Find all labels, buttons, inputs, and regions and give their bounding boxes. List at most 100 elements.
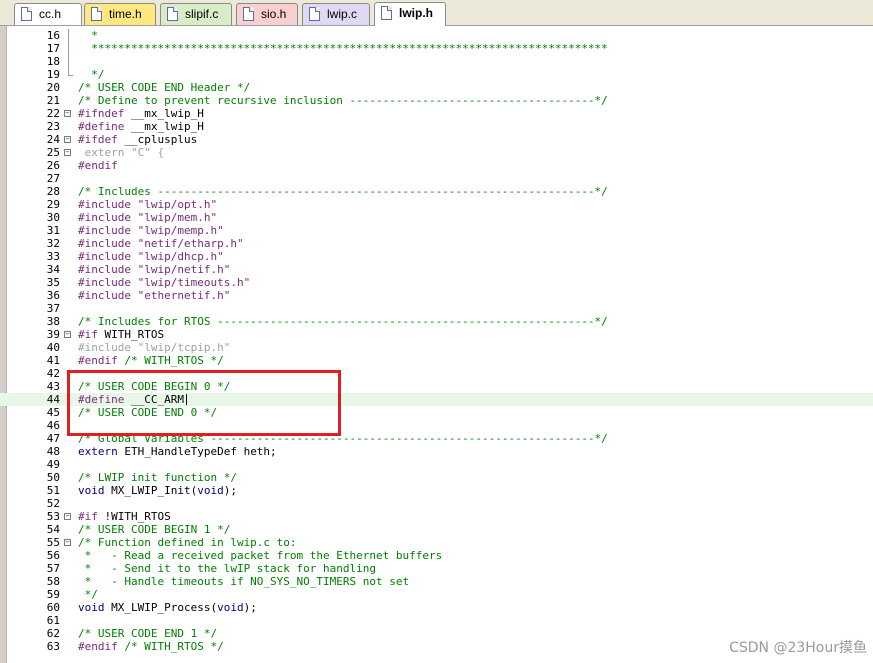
line-number: 17 bbox=[46, 42, 60, 55]
code-line[interactable]: 57 * - Send it to the lwIP stack for han… bbox=[0, 562, 873, 575]
line-number: 31 bbox=[46, 224, 60, 237]
fold-toggle-icon[interactable]: − bbox=[64, 136, 71, 143]
line-number: 40 bbox=[46, 341, 60, 354]
code-line[interactable]: 61 bbox=[0, 614, 873, 627]
code-line[interactable]: 24 #ifdef __cplusplus bbox=[0, 133, 873, 146]
tab-lwip-h[interactable]: lwip.h bbox=[374, 2, 446, 26]
code-line[interactable]: 30 #include "lwip/mem.h" bbox=[0, 211, 873, 224]
code-line[interactable]: 37 bbox=[0, 302, 873, 315]
code-line[interactable]: 29 #include "lwip/opt.h" bbox=[0, 198, 873, 211]
fold-toggle-icon[interactable]: − bbox=[64, 149, 71, 156]
code-line[interactable]: 54 /* USER CODE BEGIN 1 */ bbox=[0, 523, 873, 536]
code-text: /* USER CODE END Header */ bbox=[78, 81, 250, 94]
code-line[interactable]: 50 /* LWIP init function */ bbox=[0, 471, 873, 484]
line-number: 16 bbox=[46, 29, 60, 42]
code-line[interactable]: 35 #include "lwip/timeouts.h" bbox=[0, 276, 873, 289]
code-text: * - Handle timeouts if NO_SYS_NO_TIMERS … bbox=[78, 575, 410, 588]
code-line[interactable]: 25 extern "C" { bbox=[0, 146, 873, 159]
tab-cc-h[interactable]: cc.h bbox=[14, 3, 82, 25]
code-line[interactable]: 55 /* Function defined in lwip.c to: bbox=[0, 536, 873, 549]
code-token: "lwip/netif.h" bbox=[137, 263, 231, 276]
line-number: 44 bbox=[46, 393, 60, 406]
code-line[interactable]: 56 * - Read a received packet from the E… bbox=[0, 549, 873, 562]
line-number: 24 bbox=[46, 133, 60, 146]
line-number: 28 bbox=[46, 185, 60, 198]
tab-label: slipif.c bbox=[185, 7, 219, 21]
code-line[interactable]: 28 /* Includes --------------------------… bbox=[0, 185, 873, 198]
tab-label: lwip.c bbox=[327, 7, 358, 21]
annotation-highlight-box bbox=[67, 370, 341, 436]
tab-time-h[interactable]: time.h bbox=[84, 3, 156, 25]
code-token: "lwip/dhcp.h" bbox=[137, 250, 224, 263]
line-number: 42 bbox=[46, 367, 60, 380]
code-line[interactable]: 60 void MX_LWIP_Process(void); bbox=[0, 601, 873, 614]
code-token: * - Send it to the lwIP stack for handli… bbox=[78, 562, 377, 575]
code-token: "lwip/tcpip.h" bbox=[137, 341, 231, 354]
code-line[interactable]: 27 bbox=[0, 172, 873, 185]
line-number: 25 bbox=[46, 146, 60, 159]
code-token: /* Define to prevent recursive inclusion… bbox=[78, 94, 608, 107]
code-token: /* USER CODE END Header */ bbox=[78, 81, 251, 94]
code-line[interactable]: 19 */ bbox=[0, 68, 873, 81]
code-line[interactable]: 33 #include "lwip/dhcp.h" bbox=[0, 250, 873, 263]
code-line[interactable]: 26 #endif bbox=[0, 159, 873, 172]
code-line[interactable]: 32 #include "netif/etharp.h" bbox=[0, 237, 873, 250]
fold-toggle-icon[interactable]: − bbox=[64, 513, 71, 520]
code-line[interactable]: 22 #ifndef __mx_lwip_H bbox=[0, 107, 873, 120]
line-number: 34 bbox=[46, 263, 60, 276]
line-number: 21 bbox=[46, 94, 60, 107]
editor-tab-bar: cc.h time.h slipif.c sio.h lwip.c lwip.h bbox=[0, 0, 873, 26]
code-text: * - Read a received packet from the Ethe… bbox=[78, 549, 443, 562]
code-line[interactable]: 31 #include "lwip/memp.h" bbox=[0, 224, 873, 237]
line-number: 50 bbox=[46, 471, 60, 484]
code-token: "ethernetif.h" bbox=[137, 289, 231, 302]
code-line[interactable]: 59 */ bbox=[0, 588, 873, 601]
code-line[interactable]: 53 #if !WITH_RTOS bbox=[0, 510, 873, 523]
code-token: #include bbox=[78, 341, 138, 354]
fold-toggle-icon[interactable]: − bbox=[64, 110, 71, 117]
code-line[interactable]: 34 #include "lwip/netif.h" bbox=[0, 263, 873, 276]
code-line[interactable]: 41 #endif /* WITH_RTOS */ bbox=[0, 354, 873, 367]
line-number: 47 bbox=[46, 432, 60, 445]
code-token: #include bbox=[78, 211, 138, 224]
code-line[interactable]: 38 /* Includes for RTOS -----------------… bbox=[0, 315, 873, 328]
code-token: MX_LWIP_Init( bbox=[111, 484, 198, 497]
code-line[interactable]: 48 extern ETH_HandleTypeDef heth; bbox=[0, 445, 873, 458]
fold-toggle-icon[interactable]: − bbox=[64, 539, 71, 546]
tab-slipif-c[interactable]: slipif.c bbox=[160, 3, 232, 25]
line-number: 56 bbox=[46, 549, 60, 562]
code-text: #include "lwip/mem.h" bbox=[78, 211, 217, 224]
tab-lwip-c[interactable]: lwip.c bbox=[302, 3, 370, 25]
code-token: "lwip/opt.h" bbox=[137, 198, 218, 211]
code-token: "lwip/mem.h" bbox=[137, 211, 218, 224]
code-token: __cplusplus bbox=[124, 133, 198, 146]
code-token: __mx_lwip_H bbox=[130, 107, 204, 120]
code-line[interactable]: 36 #include "ethernetif.h" bbox=[0, 289, 873, 302]
code-token: #endif bbox=[78, 354, 125, 367]
code-line[interactable]: 17 *************************************… bbox=[0, 42, 873, 55]
code-line[interactable]: 40 #include "lwip/tcpip.h" bbox=[0, 341, 873, 354]
code-text: /* USER CODE END 1 */ bbox=[78, 627, 217, 640]
file-icon bbox=[21, 7, 32, 21]
code-editor[interactable]: 16 * 17 *********************************… bbox=[0, 26, 873, 663]
code-line[interactable]: 52 bbox=[0, 497, 873, 510]
code-line[interactable]: 23 #define __mx_lwip_H bbox=[0, 120, 873, 133]
file-icon bbox=[309, 7, 320, 21]
file-icon bbox=[381, 6, 392, 20]
code-line[interactable]: 51 void MX_LWIP_Init(void); bbox=[0, 484, 873, 497]
code-line[interactable]: 16 * bbox=[0, 29, 873, 42]
code-line[interactable]: 39 #if WITH_RTOS bbox=[0, 328, 873, 341]
code-line[interactable]: 18 bbox=[0, 55, 873, 68]
code-line[interactable]: 20 /* USER CODE END Header */ bbox=[0, 81, 873, 94]
code-text: #ifndef __mx_lwip_H bbox=[78, 107, 204, 120]
code-text: #include "lwip/memp.h" bbox=[78, 224, 224, 237]
fold-toggle-icon[interactable]: − bbox=[64, 331, 71, 338]
code-text: #include "lwip/opt.h" bbox=[78, 198, 217, 211]
code-token: ETH_HandleTypeDef heth; bbox=[124, 445, 277, 458]
code-text: #if !WITH_RTOS bbox=[78, 510, 171, 523]
code-line[interactable]: 49 bbox=[0, 458, 873, 471]
code-line[interactable]: 58 * - Handle timeouts if NO_SYS_NO_TIME… bbox=[0, 575, 873, 588]
code-token: MX_LWIP_Process( bbox=[111, 601, 218, 614]
tab-sio-h[interactable]: sio.h bbox=[236, 3, 298, 25]
code-line[interactable]: 21 /* Define to prevent recursive inclusi… bbox=[0, 94, 873, 107]
